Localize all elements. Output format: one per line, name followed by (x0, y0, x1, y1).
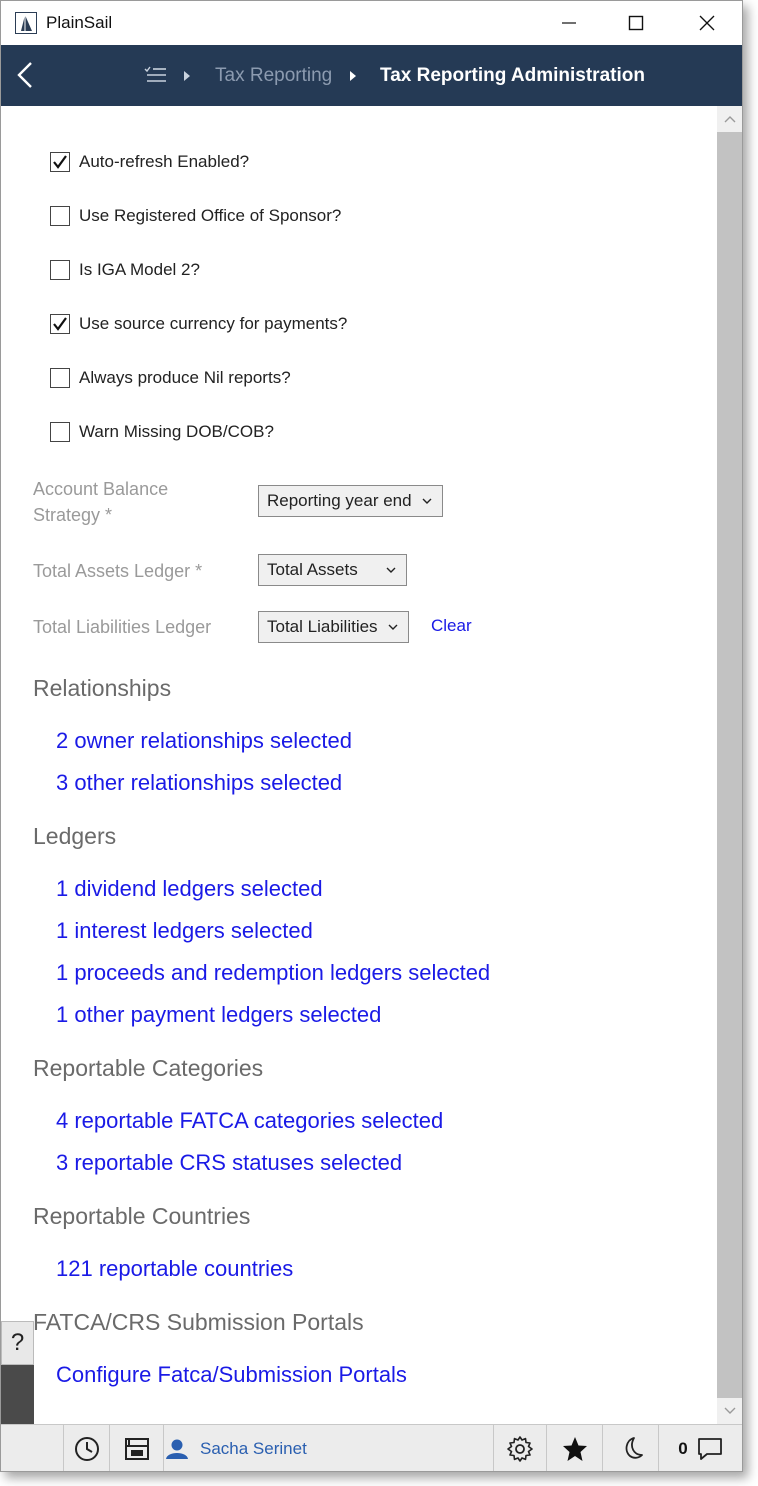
user-name: Sacha Serinet (200, 1439, 307, 1458)
other-payment-ledgers-link[interactable]: 1 other payment ledgers selected (56, 1002, 381, 1028)
owner-relationships-link[interactable]: 2 owner relationships selected (56, 728, 352, 754)
checkmark-icon (53, 317, 67, 331)
favourites-button[interactable] (547, 1425, 603, 1471)
scroll-down-icon[interactable] (717, 1398, 742, 1424)
close-button[interactable] (693, 9, 721, 37)
section-title-relationships: Relationships (33, 675, 172, 701)
app-window: PlainSail Tax Reporting Tax Reporting Ad… (0, 0, 743, 1472)
dropdown-value: Total Liabilities (267, 617, 378, 636)
option-label: Use source currency for payments? (79, 314, 348, 333)
maximize-icon (628, 15, 644, 31)
window-title: PlainSail (46, 13, 113, 32)
total-liabilities-ledger-label: Total Liabilities Ledger (33, 617, 212, 637)
option-warn-missing-dob[interactable]: Warn Missing DOB/COB? (50, 420, 274, 444)
option-nil-reports[interactable]: Always produce Nil reports? (50, 366, 291, 390)
close-icon (699, 15, 715, 31)
dropdown-value: Reporting year end (267, 491, 412, 510)
archive-icon (124, 1438, 149, 1460)
chevron-right-icon (182, 69, 192, 87)
warn-missing-dob-checkbox[interactable] (50, 422, 70, 442)
iga-model-2-checkbox[interactable] (50, 260, 70, 280)
option-label: Warn Missing DOB/COB? (79, 422, 274, 441)
option-label: Always produce Nil reports? (79, 368, 291, 387)
chat-icon (697, 1438, 722, 1460)
chevron-down-icon (422, 497, 432, 505)
option-source-currency[interactable]: Use source currency for payments? (50, 312, 347, 336)
label-line: Account Balance (33, 479, 169, 499)
section-title-countries: Reportable Countries (33, 1203, 251, 1229)
history-icon (74, 1437, 99, 1461)
clear-liabilities-link[interactable]: Clear (431, 616, 472, 636)
content-panel: Auto-refresh Enabled? Use Registered Off… (1, 106, 717, 1424)
chevron-down-icon (388, 623, 398, 631)
navigation-header: Tax Reporting Tax Reporting Administrati… (1, 45, 742, 106)
side-strip (1, 1365, 34, 1425)
nil-reports-checkbox[interactable] (50, 368, 70, 388)
option-label: Is IGA Model 2? (79, 260, 200, 279)
configure-portals-link[interactable]: Configure Fatca/Submission Portals (56, 1362, 407, 1388)
dropdown-value: Total Assets (267, 560, 358, 579)
back-button[interactable] (11, 59, 39, 91)
account-balance-strategy-label: Account Balance Strategy * (33, 476, 168, 528)
status-bar: Sacha Serinet 0 (1, 1424, 742, 1471)
option-iga-model-2[interactable]: Is IGA Model 2? (50, 258, 200, 282)
option-auto-refresh[interactable]: Auto-refresh Enabled? (50, 150, 249, 174)
fatca-categories-link[interactable]: 4 reportable FATCA categories selected (56, 1108, 443, 1134)
help-icon[interactable]: ? (1, 1321, 34, 1365)
gear-icon (507, 1436, 533, 1462)
checklist-icon[interactable] (144, 65, 168, 85)
title-bar: PlainSail (1, 1, 742, 45)
label-line: Strategy * (33, 505, 113, 525)
auto-refresh-checkbox[interactable] (50, 152, 70, 172)
other-relationships-link[interactable]: 3 other relationships selected (56, 770, 342, 796)
chevron-right-icon (348, 69, 358, 87)
settings-button[interactable] (493, 1425, 547, 1471)
interest-ledgers-link[interactable]: 1 interest ledgers selected (56, 918, 313, 944)
section-title-ledgers: Ledgers (33, 823, 117, 849)
chevron-down-icon (386, 566, 396, 574)
page-title: Tax Reporting Administration (380, 65, 645, 86)
dividend-ledgers-link[interactable]: 1 dividend ledgers selected (56, 876, 323, 902)
checkmark-icon (53, 155, 67, 169)
notification-count: 0 (678, 1439, 688, 1458)
archive-button[interactable] (110, 1425, 164, 1471)
option-label: Use Registered Office of Sponsor? (79, 206, 342, 225)
crs-statuses-link[interactable]: 3 reportable CRS statuses selected (56, 1150, 402, 1176)
star-icon (562, 1437, 587, 1461)
moon-icon (625, 1437, 643, 1459)
history-button[interactable] (64, 1425, 110, 1471)
section-title-portals: FATCA/CRS Submission Portals (33, 1309, 364, 1335)
option-label: Auto-refresh Enabled? (79, 152, 250, 171)
scroll-up-icon[interactable] (717, 106, 742, 132)
option-registered-office[interactable]: Use Registered Office of Sponsor? (50, 204, 341, 228)
breadcrumb-tax-reporting[interactable]: Tax Reporting (215, 65, 332, 87)
dark-mode-button[interactable] (603, 1425, 659, 1471)
vertical-scrollbar[interactable] (717, 106, 742, 1424)
scrollbar-thumb[interactable] (717, 132, 742, 1398)
section-title-categories: Reportable Categories (33, 1055, 264, 1081)
account-balance-strategy-dropdown[interactable]: Reporting year end (258, 485, 443, 517)
back-arrow-icon (17, 62, 32, 88)
registered-office-checkbox[interactable] (50, 206, 70, 226)
minimize-button[interactable] (555, 9, 583, 37)
total-assets-ledger-dropdown[interactable]: Total Assets (258, 554, 407, 586)
app-logo-icon (15, 12, 37, 34)
user-icon (166, 1439, 188, 1459)
user-button[interactable]: Sacha Serinet (164, 1425, 307, 1471)
proceeds-redemption-ledgers-link[interactable]: 1 proceeds and redemption ledgers select… (56, 960, 490, 986)
reportable-countries-link[interactable]: 121 reportable countries (56, 1256, 293, 1282)
source-currency-checkbox[interactable] (50, 314, 70, 334)
maximize-button[interactable] (622, 9, 650, 37)
total-assets-ledger-label: Total Assets Ledger * (33, 561, 203, 581)
status-bar-left-button[interactable] (34, 1425, 64, 1471)
total-liabilities-ledger-dropdown[interactable]: Total Liabilities (258, 611, 409, 643)
minimize-icon (562, 22, 576, 24)
notifications-button[interactable]: 0 (659, 1425, 742, 1471)
